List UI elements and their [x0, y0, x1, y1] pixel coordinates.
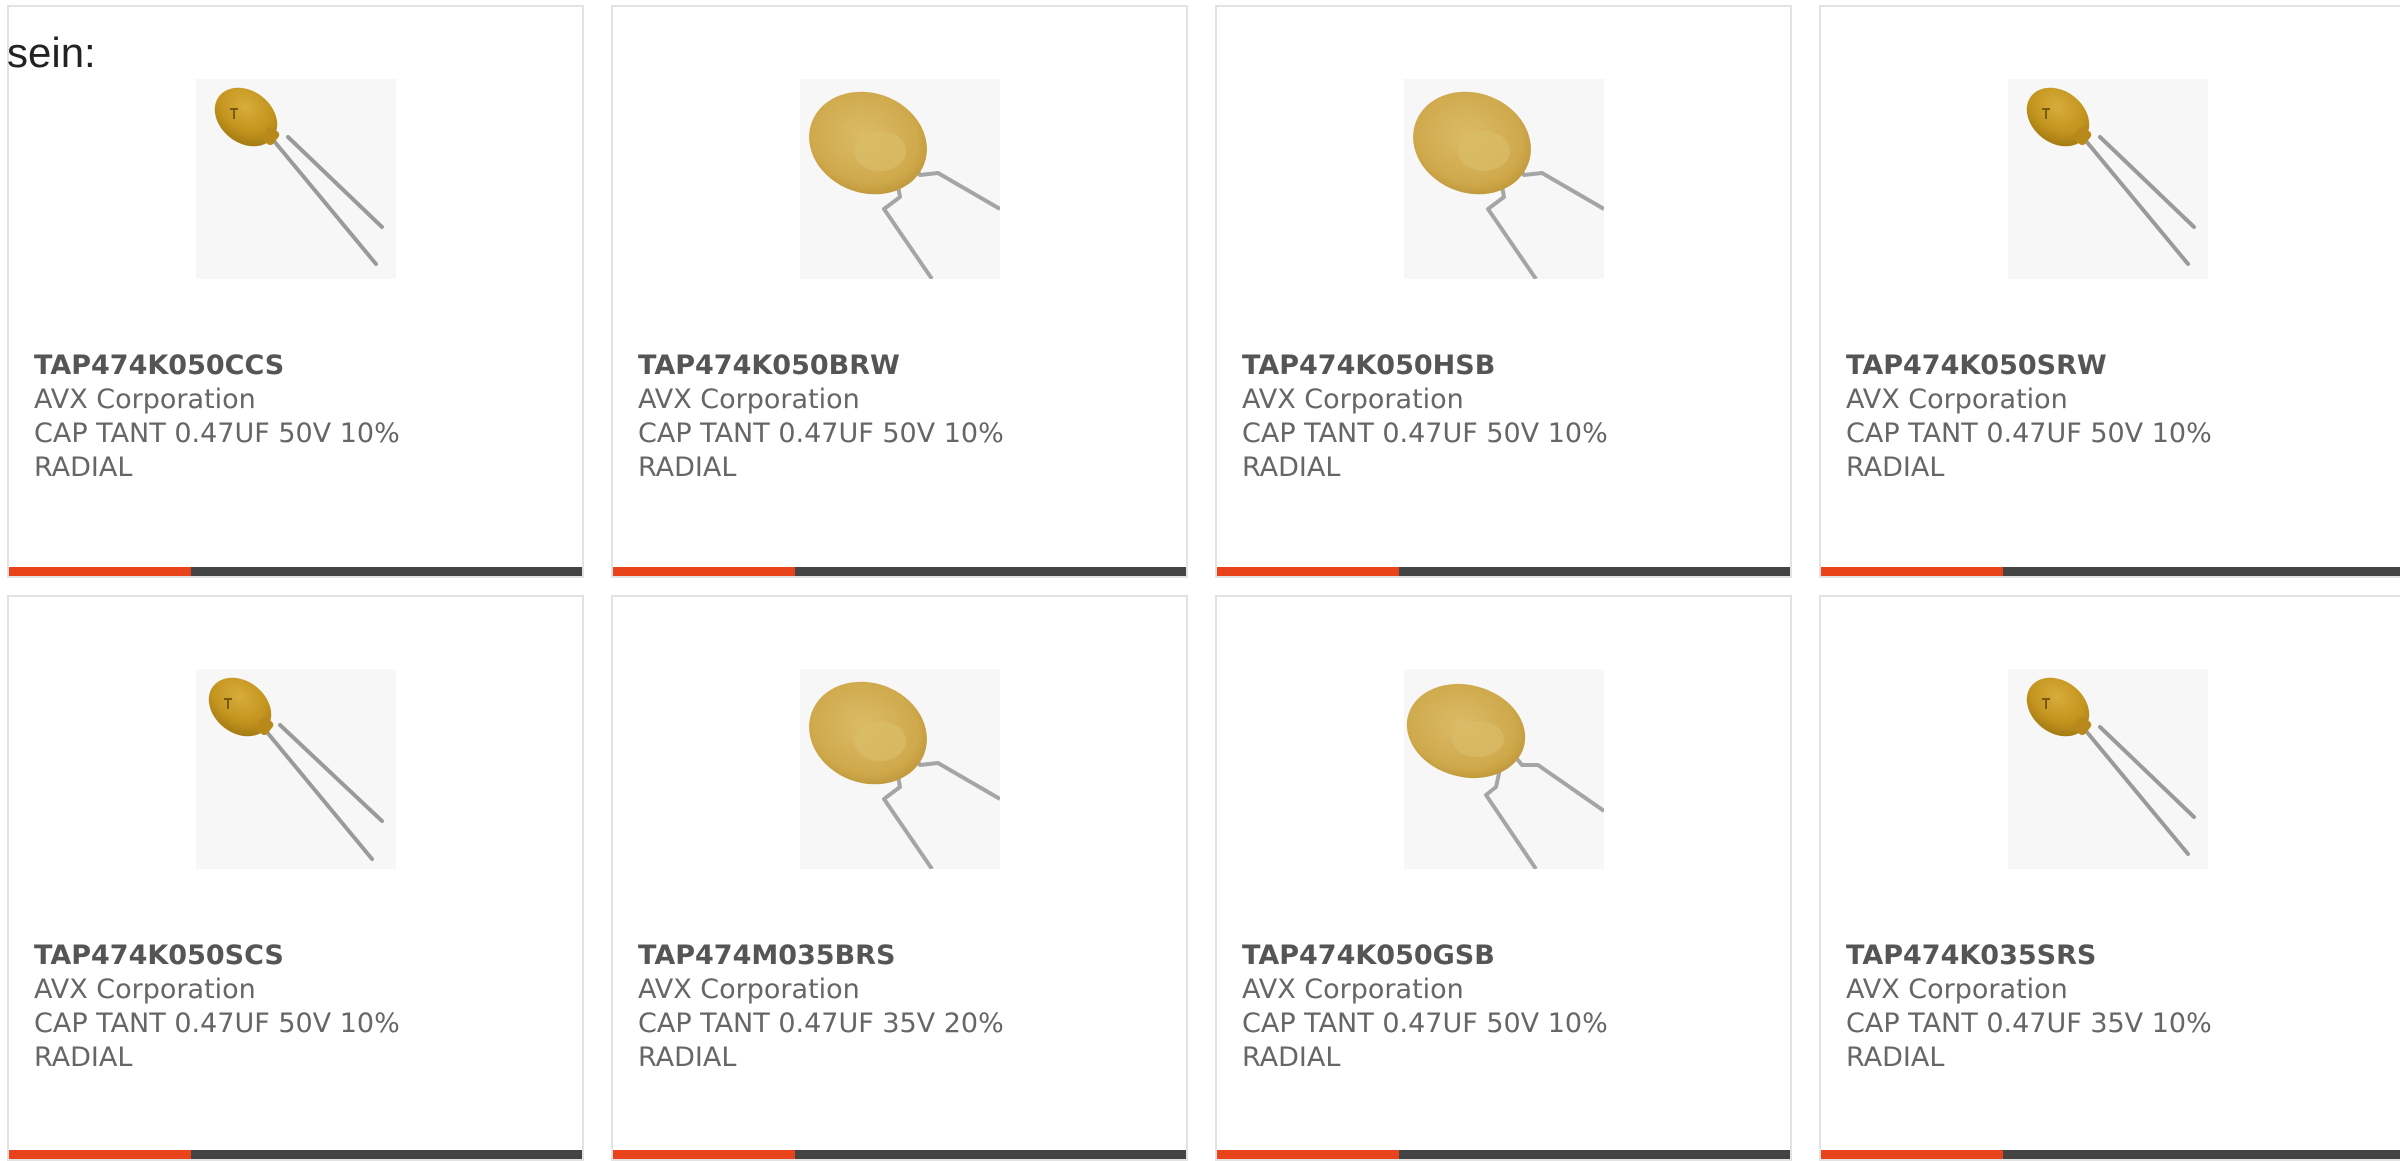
description: CAP TANT 0.47UF 50V 10%: [1242, 1008, 1608, 1039]
description: CAP TANT 0.47UF 50V 10%: [1846, 418, 2212, 449]
card-footer-bar: [613, 567, 1186, 576]
product-info: TAP474K050SCS AVX Corporation CAP TANT 0…: [34, 939, 554, 1075]
product-info: TAP474M035BRS AVX Corporation CAP TANT 0…: [638, 939, 1158, 1075]
accent-stripe: [613, 567, 795, 576]
card-footer-bar: [1821, 567, 2400, 576]
accent-stripe: [9, 567, 191, 576]
description: CAP TANT 0.47UF 50V 10%: [34, 418, 400, 449]
product-info: TAP474K035SRS AVX Corporation CAP TANT 0…: [1846, 939, 2366, 1075]
lead-text: sein:: [7, 29, 96, 76]
manufacturer: AVX Corporation: [34, 384, 256, 415]
disc-tantalum-capacitor-icon: [1404, 79, 1604, 279]
accent-stripe: [9, 1150, 191, 1159]
manufacturer: AVX Corporation: [1846, 974, 2068, 1005]
card-footer-bar: [613, 1150, 1186, 1159]
small-tantalum-capacitor-icon: [196, 669, 396, 869]
product-info: TAP474K050HSB AVX Corporation CAP TANT 0…: [1242, 349, 1762, 485]
disc-tantalum-capacitor-icon: [800, 669, 1000, 869]
description: RADIAL: [1846, 1042, 1945, 1073]
small-tantalum-capacitor-icon: [2008, 79, 2208, 279]
manufacturer: AVX Corporation: [34, 974, 256, 1005]
product-info: TAP474K050SRW AVX Corporation CAP TANT 0…: [1846, 349, 2366, 485]
card-footer-bar: [1821, 1150, 2400, 1159]
part-number-link[interactable]: TAP474K050GSB: [1242, 939, 1762, 973]
card-footer-bar: [1217, 567, 1790, 576]
description: CAP TANT 0.47UF 50V 10%: [1242, 418, 1608, 449]
accent-stripe: [613, 1150, 795, 1159]
part-number-link[interactable]: TAP474K035SRS: [1846, 939, 2366, 973]
product-card[interactable]: TAP474K050SCS AVX Corporation CAP TANT 0…: [7, 595, 584, 1161]
part-number-link[interactable]: TAP474K050HSB: [1242, 349, 1762, 383]
description: RADIAL: [34, 452, 133, 483]
product-info: TAP474K050GSB AVX Corporation CAP TANT 0…: [1242, 939, 1762, 1075]
manufacturer: AVX Corporation: [1242, 974, 1464, 1005]
product-card[interactable]: TAP474K050GSB AVX Corporation CAP TANT 0…: [1215, 595, 1792, 1161]
manufacturer: AVX Corporation: [1846, 384, 2068, 415]
part-number-link[interactable]: TAP474K050SCS: [34, 939, 554, 973]
description: RADIAL: [1242, 452, 1341, 483]
description: RADIAL: [1846, 452, 1945, 483]
card-footer-bar: [1217, 1150, 1790, 1159]
product-card[interactable]: TAP474K050BRW AVX Corporation CAP TANT 0…: [611, 5, 1188, 578]
part-number-link[interactable]: TAP474K050BRW: [638, 349, 1158, 383]
description: CAP TANT 0.47UF 35V 20%: [638, 1008, 1004, 1039]
disc-tantalum-capacitor-icon: [1404, 669, 1604, 869]
accent-stripe: [1821, 1150, 2003, 1159]
product-info: TAP474K050BRW AVX Corporation CAP TANT 0…: [638, 349, 1158, 485]
small-tantalum-capacitor-icon: [196, 79, 396, 279]
accent-stripe: [1217, 1150, 1399, 1159]
disc-tantalum-capacitor-icon: [800, 79, 1000, 279]
manufacturer: AVX Corporation: [638, 974, 860, 1005]
part-number-link[interactable]: TAP474K050CCS: [34, 349, 554, 383]
product-card[interactable]: TAP474K050HSB AVX Corporation CAP TANT 0…: [1215, 5, 1792, 578]
product-card[interactable]: TAP474K050SRW AVX Corporation CAP TANT 0…: [1819, 5, 2400, 578]
small-tantalum-capacitor-icon: [2008, 669, 2208, 869]
product-card[interactable]: TAP474K035SRS AVX Corporation CAP TANT 0…: [1819, 595, 2400, 1161]
product-grid: TAP474K050CCS AVX Corporation CAP TANT 0…: [7, 5, 2400, 1161]
description: RADIAL: [1242, 1042, 1341, 1073]
product-info: TAP474K050CCS AVX Corporation CAP TANT 0…: [34, 349, 554, 485]
description: RADIAL: [34, 1042, 133, 1073]
accent-stripe: [1217, 567, 1399, 576]
card-footer-bar: [9, 567, 582, 576]
description: CAP TANT 0.47UF 50V 10%: [34, 1008, 400, 1039]
product-card[interactable]: TAP474M035BRS AVX Corporation CAP TANT 0…: [611, 595, 1188, 1161]
manufacturer: AVX Corporation: [638, 384, 860, 415]
part-number-link[interactable]: TAP474M035BRS: [638, 939, 1158, 973]
manufacturer: AVX Corporation: [1242, 384, 1464, 415]
accent-stripe: [1821, 567, 2003, 576]
card-footer-bar: [9, 1150, 582, 1159]
part-number-link[interactable]: TAP474K050SRW: [1846, 349, 2366, 383]
description: CAP TANT 0.47UF 50V 10%: [638, 418, 1004, 449]
product-card[interactable]: TAP474K050CCS AVX Corporation CAP TANT 0…: [7, 5, 584, 578]
description: RADIAL: [638, 452, 737, 483]
description: CAP TANT 0.47UF 35V 10%: [1846, 1008, 2212, 1039]
description: RADIAL: [638, 1042, 737, 1073]
